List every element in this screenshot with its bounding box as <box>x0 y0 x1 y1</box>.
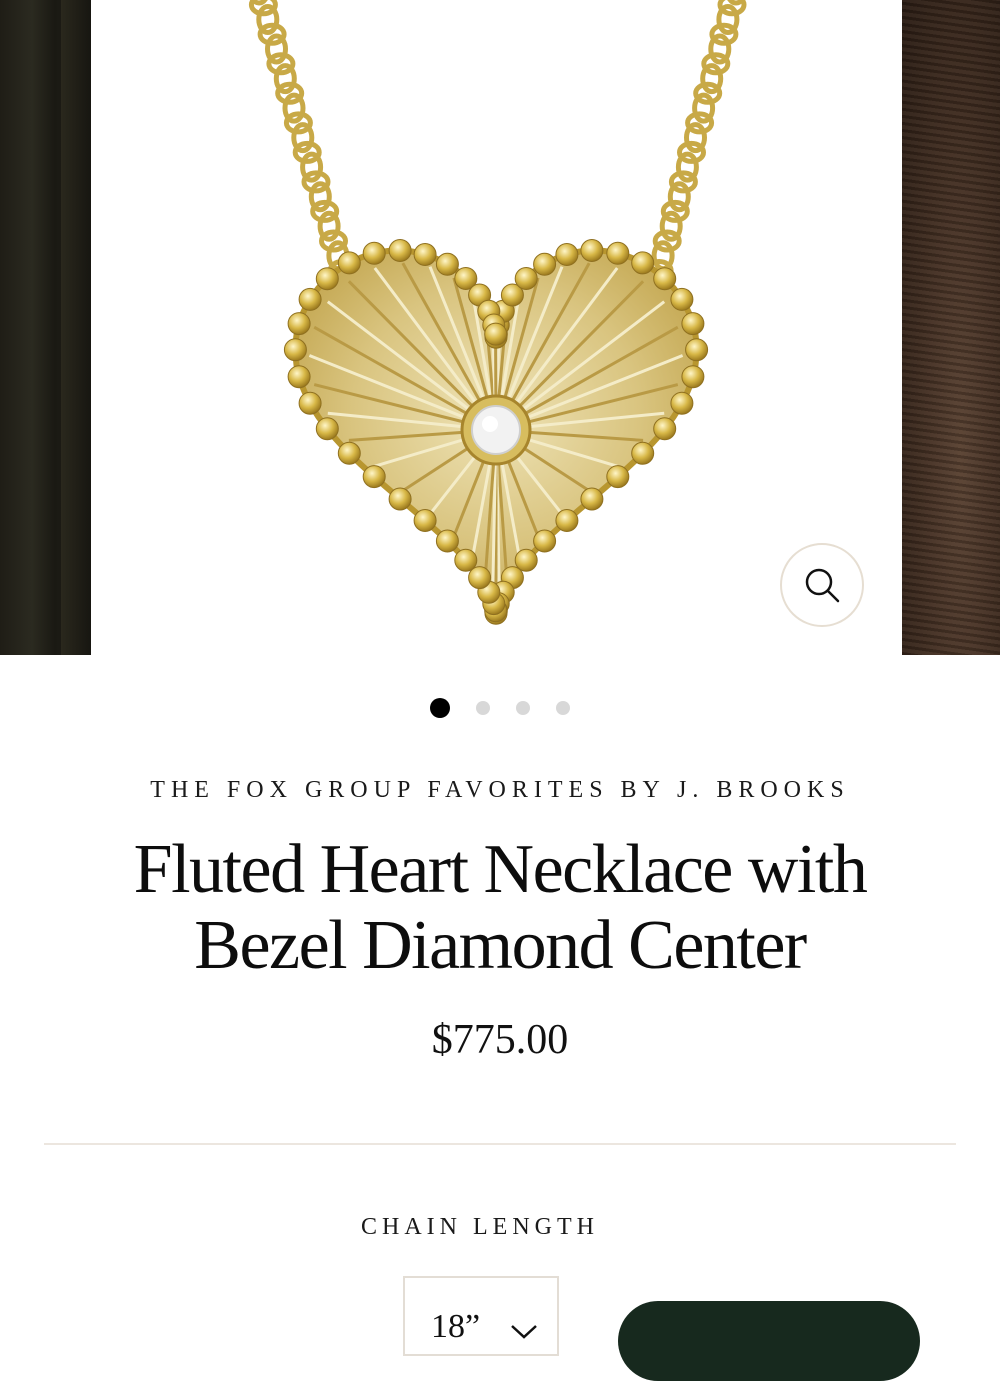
gallery-prev-slide[interactable] <box>0 0 91 655</box>
gallery-dot[interactable] <box>556 701 570 715</box>
divider <box>44 1143 956 1145</box>
chevron-down-icon <box>509 1322 539 1342</box>
product-gallery[interactable] <box>0 0 1000 655</box>
product-title-line: Fluted Heart Necklace with <box>134 831 867 908</box>
chain-length-label: CHAIN LENGTH <box>0 1214 960 1241</box>
search-icon <box>802 565 842 605</box>
product-vendor[interactable]: THE FOX GROUP FAVORITES BY J. BROOKS <box>0 777 1000 804</box>
chain-length-value: 18” <box>431 1308 480 1346</box>
chain-length-select[interactable]: 18” <box>403 1276 559 1356</box>
add-to-cart-button[interactable] <box>618 1301 920 1381</box>
zoom-button[interactable] <box>780 543 864 627</box>
product-title: Fluted Heart Necklace with Bezel Diamond… <box>60 832 940 984</box>
gallery-dot[interactable] <box>516 701 530 715</box>
gallery-dot[interactable] <box>476 701 490 715</box>
product-image[interactable] <box>91 0 902 655</box>
gallery-next-slide[interactable] <box>902 0 1000 655</box>
gallery-pagination <box>0 698 1000 718</box>
product-price: $775.00 <box>0 1016 1000 1064</box>
product-title-line: Bezel Diamond Center <box>194 907 805 984</box>
gallery-dot[interactable] <box>430 698 450 718</box>
necklace-illustration <box>91 0 902 655</box>
